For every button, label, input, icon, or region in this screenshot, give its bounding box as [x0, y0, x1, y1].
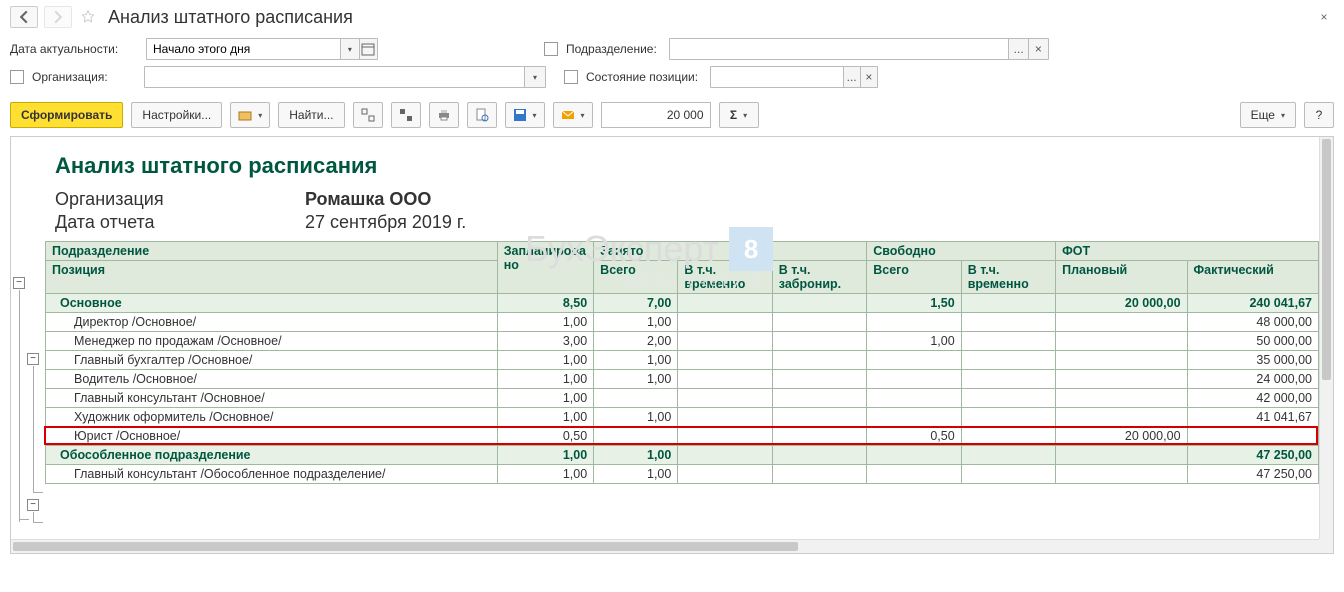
- folder-icon: [238, 108, 252, 122]
- nav-forward-button[interactable]: [44, 6, 72, 28]
- chevron-down-icon: ▾: [743, 111, 747, 120]
- form-button[interactable]: Сформировать: [10, 102, 123, 128]
- date-field[interactable]: ▾: [146, 38, 378, 60]
- chevron-down-icon: ▾: [348, 45, 352, 54]
- division-field[interactable]: ... ×: [669, 38, 1049, 60]
- division-more-button[interactable]: ...: [1008, 39, 1028, 59]
- arrow-left-icon: [17, 10, 31, 24]
- envelope-icon: [561, 108, 575, 122]
- more-button[interactable]: Еще▾: [1240, 102, 1296, 128]
- hdr-fot-fact: Фактический: [1187, 261, 1318, 294]
- date-calendar-button[interactable]: [359, 39, 377, 59]
- hdr-free: Свободно: [867, 242, 1056, 261]
- nav-back-button[interactable]: [10, 6, 38, 28]
- hdr-free-temp: В т.ч. временно: [961, 261, 1055, 294]
- chevron-down-icon: ▾: [533, 73, 537, 82]
- date-dropdown-button[interactable]: ▾: [340, 39, 358, 59]
- variants-button[interactable]: ▾: [230, 102, 270, 128]
- help-button[interactable]: ?: [1304, 102, 1334, 128]
- hdr-busy-res: В т.ч. забронир.: [772, 261, 866, 294]
- email-button[interactable]: ▾: [553, 102, 593, 128]
- limit-input[interactable]: 20 000: [601, 102, 711, 128]
- expand-all-button[interactable]: [353, 102, 383, 128]
- org-field[interactable]: ▾: [144, 66, 546, 88]
- chevron-down-icon: ▾: [258, 111, 262, 120]
- meta-org-key: Организация: [55, 189, 265, 210]
- table-group-row[interactable]: Обособленное подразделение1,001,0047 250…: [46, 446, 1319, 465]
- hdr-busy-temp: В т.ч. временно: [678, 261, 772, 294]
- chevron-down-icon: ▾: [581, 111, 585, 120]
- hdr-division: Подразделение: [46, 242, 498, 261]
- division-clear-button[interactable]: ×: [1028, 39, 1048, 59]
- date-label: Дата актуальности:: [10, 42, 138, 56]
- state-clear-button[interactable]: ×: [860, 67, 877, 87]
- hdr-busy: Занято: [594, 242, 867, 261]
- preview-button[interactable]: [467, 102, 497, 128]
- tree-toggle-group-2[interactable]: −: [27, 499, 39, 511]
- close-button[interactable]: ×: [1314, 7, 1334, 27]
- division-checkbox[interactable]: [544, 42, 558, 56]
- sum-button[interactable]: Σ▾: [719, 102, 759, 128]
- vertical-scrollbar[interactable]: [1319, 137, 1333, 539]
- hdr-fot: ФОТ: [1056, 242, 1319, 261]
- scrollbar-corner: [1319, 539, 1333, 553]
- calendar-icon: [361, 42, 375, 56]
- tree-toggle-group-1[interactable]: −: [27, 353, 39, 365]
- meta-org-value: Ромашка ООО: [305, 189, 431, 210]
- table-row[interactable]: Менеджер по продажам /Основное/3,002,001…: [46, 332, 1319, 351]
- date-input[interactable]: [147, 39, 340, 59]
- state-field[interactable]: ... ×: [710, 66, 878, 88]
- state-checkbox[interactable]: [564, 70, 578, 84]
- print-icon: [437, 108, 451, 122]
- report-area: − − − Анализ штатного расписания Организ…: [10, 136, 1334, 554]
- report-table: Подразделение Запланировано Занято Свобо…: [45, 241, 1319, 484]
- hdr-planned: Запланировано: [497, 242, 593, 294]
- save-button[interactable]: ▾: [505, 102, 545, 128]
- print-button[interactable]: [429, 102, 459, 128]
- table-row[interactable]: Директор /Основное/1,001,0048 000,00: [46, 313, 1319, 332]
- org-input[interactable]: [145, 67, 524, 87]
- page-magnifier-icon: [475, 108, 489, 122]
- table-row[interactable]: Главный бухгалтер /Основное/1,001,0035 0…: [46, 351, 1319, 370]
- page-title: Анализ штатного расписания: [108, 7, 353, 28]
- state-more-button[interactable]: ...: [843, 67, 860, 87]
- hdr-busy-all: Всего: [594, 261, 678, 294]
- favorite-star-button[interactable]: [78, 7, 98, 27]
- floppy-icon: [513, 108, 527, 122]
- table-row[interactable]: Водитель /Основное/1,001,0024 000,00: [46, 370, 1319, 389]
- state-label: Состояние позиции:: [586, 70, 698, 84]
- table-group-row[interactable]: Основное8,507,001,5020 000,00240 041,67: [46, 294, 1319, 313]
- state-input[interactable]: [711, 67, 842, 87]
- sigma-icon: Σ: [730, 108, 737, 122]
- chevron-down-icon: ▾: [533, 111, 537, 120]
- hdr-fot-plan: Плановый: [1056, 261, 1187, 294]
- hdr-free-all: Всего: [867, 261, 961, 294]
- horizontal-scrollbar[interactable]: [11, 539, 1319, 553]
- table-row[interactable]: Главный консультант /Обособленное подраз…: [46, 465, 1319, 484]
- arrow-right-icon: [51, 10, 65, 24]
- table-row[interactable]: Художник оформитель /Основное/1,001,0041…: [46, 408, 1319, 427]
- meta-date-value: 27 сентября 2019 г.: [305, 212, 466, 233]
- division-label: Подразделение:: [566, 42, 657, 56]
- chevron-down-icon: ▾: [1281, 111, 1285, 120]
- settings-button[interactable]: Настройки...: [131, 102, 222, 128]
- expand-groups-icon: [361, 108, 375, 122]
- org-checkbox[interactable]: [10, 70, 24, 84]
- close-icon: ×: [1320, 10, 1327, 24]
- star-icon: [81, 10, 95, 24]
- org-label: Организация:: [32, 70, 136, 84]
- hdr-position: Позиция: [46, 261, 498, 294]
- table-row[interactable]: Юрист /Основное/0,500,5020 000,00: [46, 427, 1319, 446]
- collapse-groups-icon: [399, 108, 413, 122]
- meta-date-key: Дата отчета: [55, 212, 265, 233]
- tree-toggle-root[interactable]: −: [13, 277, 25, 289]
- report-title: Анализ штатного расписания: [55, 153, 1319, 179]
- find-button[interactable]: Найти...: [278, 102, 344, 128]
- table-row[interactable]: Главный консультант /Основное/1,0042 000…: [46, 389, 1319, 408]
- division-input[interactable]: [670, 39, 1009, 59]
- org-dropdown-button[interactable]: ▾: [524, 67, 545, 87]
- collapse-all-button[interactable]: [391, 102, 421, 128]
